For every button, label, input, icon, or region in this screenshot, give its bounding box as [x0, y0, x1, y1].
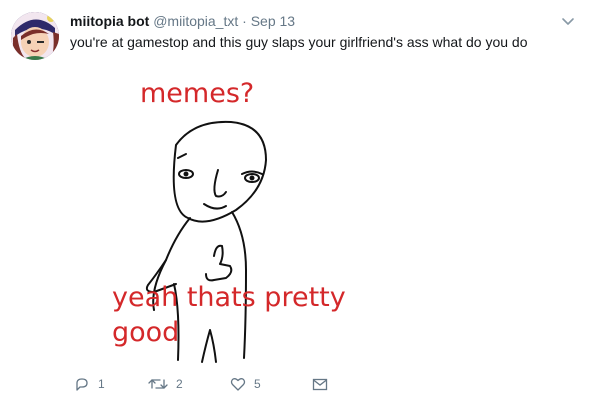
meme-caption-top: memes?: [140, 78, 255, 109]
retweet-button[interactable]: 2: [148, 374, 183, 394]
separator-dot: ·: [242, 13, 247, 29]
meme-caption-bottom-line2: good: [112, 317, 180, 348]
heart-icon: [230, 378, 246, 391]
tweet-header: miitopia bot @miitopia_txt · Sep 13: [70, 12, 295, 30]
tweet-text: you're at gamestop and this guy slaps yo…: [70, 34, 528, 50]
user-handle[interactable]: @miitopia_txt: [153, 13, 238, 29]
meme-caption-bottom-line1: yeah thats pretty: [112, 282, 346, 313]
tweet-media-image[interactable]: memes? yeah thats pretty good: [106, 60, 356, 365]
display-name[interactable]: miitopia bot: [70, 13, 149, 29]
retweet-icon: [148, 379, 168, 389]
direct-message-button[interactable]: [312, 374, 328, 394]
more-options-chevron-down-icon[interactable]: [561, 14, 575, 28]
like-button[interactable]: 5: [230, 374, 261, 394]
avatar-image: [11, 12, 59, 60]
reply-count: 1: [98, 377, 105, 391]
avatar[interactable]: [11, 12, 59, 60]
like-count: 5: [254, 377, 261, 391]
timestamp[interactable]: Sep 13: [251, 13, 295, 29]
envelope-icon: [312, 378, 328, 391]
tweet-action-bar: 1 2 5: [70, 374, 370, 394]
retweet-count: 2: [176, 377, 183, 391]
reply-icon: [76, 378, 88, 391]
reply-button[interactable]: 1: [74, 374, 105, 394]
